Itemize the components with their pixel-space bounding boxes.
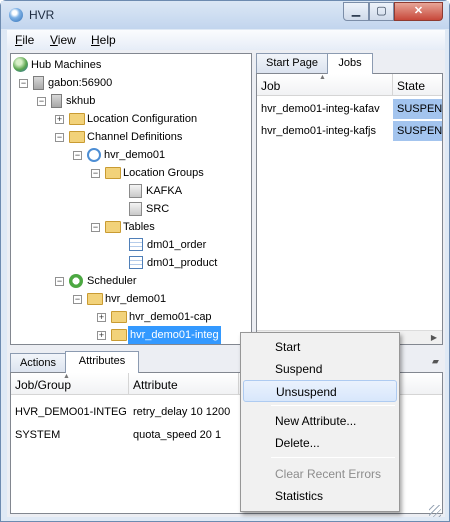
collapse-icon[interactable]: −	[55, 133, 64, 142]
menu-item-suspend[interactable]: Suspend	[243, 358, 397, 380]
title-bar[interactable]: HVR ▁ ▢ ✕	[1, 1, 449, 29]
sort-ascending-icon: ▲	[63, 373, 70, 380]
column-header-state[interactable]: State	[393, 74, 442, 96]
menu-item-new-attribute[interactable]: New Attribute...	[243, 410, 397, 432]
pin-icon[interactable]: ▰	[432, 356, 439, 367]
group-cell[interactable]: HVR_DEMO01-INTEG	[11, 402, 129, 422]
context-menu: Start Suspend Unsuspend New Attribute...…	[240, 332, 400, 512]
expand-icon[interactable]: +	[97, 313, 106, 322]
tree-node-location-src[interactable]: SRC	[123, 200, 233, 218]
tab-attributes[interactable]: Attributes	[65, 351, 139, 373]
folder-open-icon	[69, 131, 85, 143]
menu-separator	[271, 457, 395, 458]
menu-view[interactable]: View	[50, 33, 76, 47]
tree-node-table-order[interactable]: dm01_order	[123, 236, 243, 254]
state-cell[interactable]: SUSPEND	[393, 99, 442, 119]
tree-node-location-configuration[interactable]: + Location Configuration	[55, 110, 245, 128]
tree-node-scheduler[interactable]: − Scheduler	[55, 272, 245, 290]
tree-node-job-cap[interactable]: + hvr_demo01-cap	[97, 308, 247, 326]
selected-node-label: hvr_demo01-integ	[128, 326, 221, 344]
tree-node-tables[interactable]: − Tables	[91, 218, 241, 236]
folder-open-icon	[105, 167, 121, 179]
hub-icon	[51, 94, 62, 108]
tree-node-scheduler-group[interactable]: − hvr_demo01	[73, 290, 243, 308]
right-panel: Start Page Jobs Job ▲ State hvr_demo01-in…	[256, 53, 443, 345]
tab-actions[interactable]: Actions	[10, 353, 66, 373]
collapse-icon[interactable]: −	[55, 277, 64, 286]
location-icon	[129, 202, 142, 216]
server-icon	[33, 76, 44, 90]
attribute-cell[interactable]: retry_delay 10 1200	[129, 402, 249, 422]
scroll-right-icon[interactable]: ▶	[428, 332, 440, 344]
collapse-icon[interactable]: −	[73, 151, 82, 160]
resize-grip[interactable]	[429, 505, 441, 517]
menu-help[interactable]: Help	[91, 33, 116, 47]
tree-node-location-kafka[interactable]: KAFKA	[123, 182, 233, 200]
job-cell[interactable]: hvr_demo01-integ-kafjs	[257, 121, 393, 141]
group-cell[interactable]: SYSTEM	[11, 425, 129, 445]
job-folder-icon	[111, 329, 127, 341]
channel-icon	[87, 148, 101, 162]
state-cell[interactable]: SUSPEND	[393, 121, 442, 141]
job-folder-icon	[111, 311, 127, 323]
globe-icon	[13, 57, 28, 72]
collapse-icon[interactable]: −	[91, 169, 100, 178]
menu-item-delete[interactable]: Delete...	[243, 432, 397, 454]
tree-node-hub[interactable]: − skhub	[37, 92, 247, 110]
tree-node-location-groups[interactable]: − Location Groups	[91, 164, 241, 182]
tab-start-page[interactable]: Start Page	[256, 53, 328, 73]
collapse-icon[interactable]: −	[91, 223, 100, 232]
tab-jobs[interactable]: Jobs	[327, 53, 373, 74]
menu-item-statistics[interactable]: Statistics	[243, 485, 397, 507]
collapse-icon[interactable]: −	[19, 79, 28, 88]
attribute-cell[interactable]: quota_speed 20 1	[129, 425, 249, 445]
menu-file[interactable]: File	[15, 33, 34, 47]
folder-icon	[69, 113, 85, 125]
menu-separator	[271, 405, 395, 406]
tree-node-channel[interactable]: − hvr_demo01	[73, 146, 243, 164]
menu-bar: File View Help	[7, 30, 445, 50]
folder-open-icon	[105, 221, 121, 233]
collapse-icon[interactable]: −	[73, 295, 82, 304]
column-header-attribute[interactable]: Attribute	[129, 373, 239, 395]
table-icon	[129, 256, 143, 269]
menu-item-clear-recent-errors: Clear Recent Errors	[275, 467, 382, 481]
job-cell[interactable]: hvr_demo01-integ-kafav	[257, 99, 393, 119]
app-icon	[9, 8, 23, 22]
jobs-table: Job ▲ State hvr_demo01-integ-kafav SUSPEN…	[256, 73, 443, 345]
close-button[interactable]: ✕	[394, 2, 443, 21]
maximize-button[interactable]: ▢	[369, 2, 394, 21]
table-icon	[129, 238, 143, 251]
minimize-button[interactable]: ▁	[343, 2, 369, 21]
window-title: HVR	[29, 8, 55, 22]
menu-item-start[interactable]: Start	[243, 336, 397, 358]
menu-item-unsuspend[interactable]: Unsuspend	[243, 380, 397, 402]
collapse-icon[interactable]: −	[37, 97, 46, 106]
tree-node-channel-definitions[interactable]: − Channel Definitions	[55, 128, 245, 146]
folder-icon	[87, 293, 103, 305]
tree-node-server[interactable]: − gabon:56900	[19, 74, 249, 92]
expand-icon[interactable]: +	[97, 331, 106, 340]
column-header-job[interactable]: Job ▲	[257, 74, 393, 96]
tree-node-hub-machines[interactable]: Hub Machines	[13, 56, 243, 74]
tree-node-job-integ[interactable]: + hvr_demo01-integ	[97, 326, 247, 344]
navigation-tree[interactable]: Hub Machines − gabon:56900 − skhub + Loc…	[10, 53, 252, 345]
location-icon	[129, 184, 142, 198]
tree-node-table-product[interactable]: dm01_product	[123, 254, 243, 272]
expand-icon[interactable]: +	[55, 115, 64, 124]
scheduler-icon	[69, 274, 83, 288]
column-header-job-group[interactable]: Job/Group ▲	[11, 373, 129, 395]
sort-ascending-icon: ▲	[319, 74, 326, 81]
